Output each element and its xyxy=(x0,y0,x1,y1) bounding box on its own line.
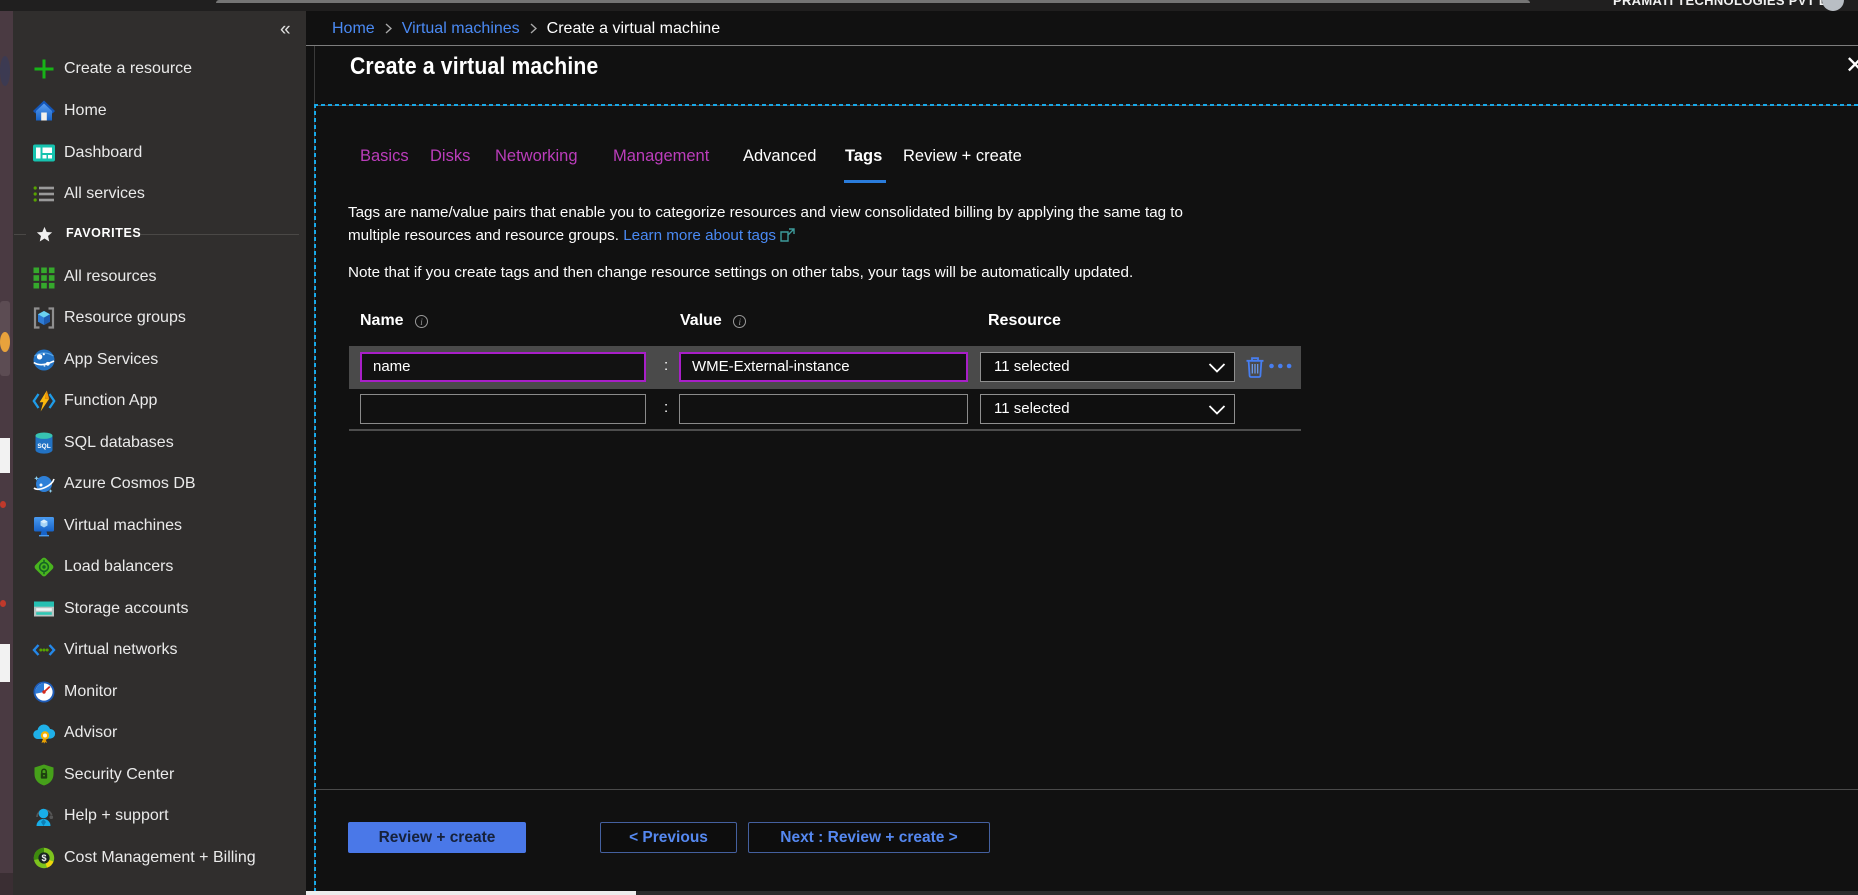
svg-text:$: $ xyxy=(41,853,46,863)
svg-text:SQL: SQL xyxy=(37,443,50,450)
